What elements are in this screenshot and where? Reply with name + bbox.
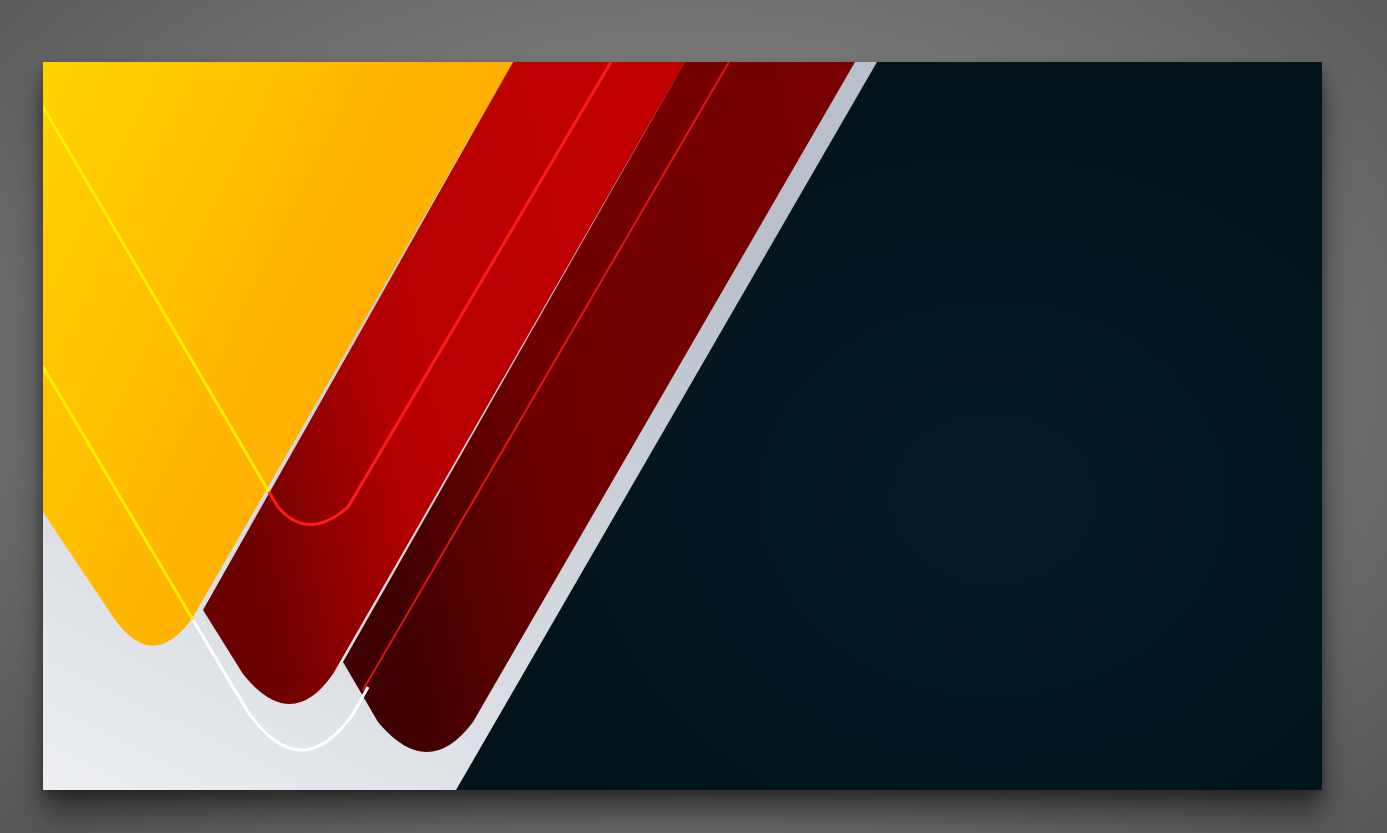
banner-card [43,62,1322,790]
backdrop [0,0,1387,833]
banner-artwork [43,62,1322,790]
